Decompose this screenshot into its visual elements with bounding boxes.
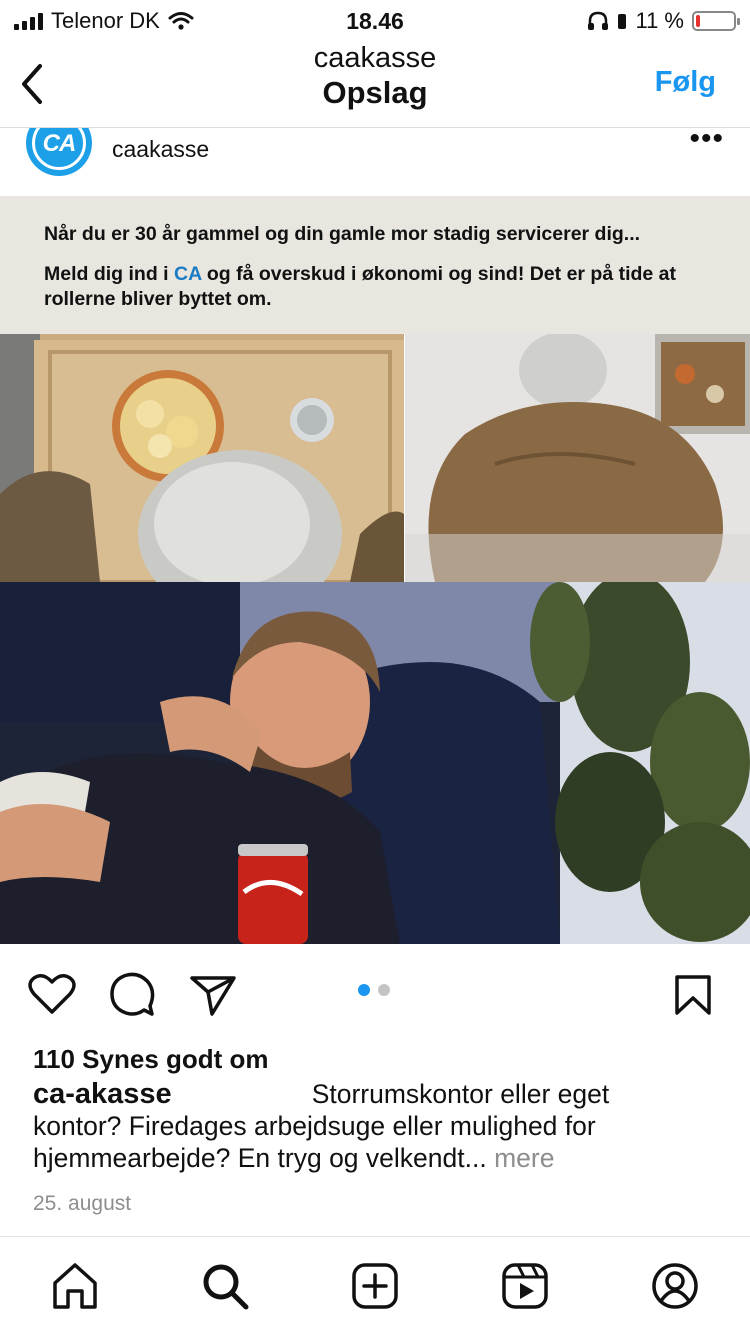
carousel-dot (378, 984, 390, 996)
search-icon[interactable] (200, 1261, 250, 1311)
comment-icon[interactable] (110, 972, 156, 1018)
bottom-tab-bar (0, 1236, 750, 1334)
post-caption: ca-akasse Storrumskontor eller eget konto… (33, 1078, 693, 1174)
profile-icon[interactable] (650, 1261, 700, 1311)
panel-brand: CA (174, 263, 202, 285)
reels-icon[interactable] (500, 1261, 550, 1311)
follow-button[interactable]: Følg (655, 66, 716, 99)
battery-icon (692, 11, 740, 31)
header-account-name: caakasse (313, 42, 437, 74)
carousel-dot-active (358, 984, 370, 996)
page-title: Opslag (322, 75, 428, 110)
post-date: 25. august (33, 1192, 132, 1215)
post-media[interactable] (0, 334, 750, 944)
photo-tray-chips (0, 334, 404, 582)
create-icon[interactable] (350, 1261, 400, 1311)
battery-fill (696, 15, 700, 27)
action-bar (0, 944, 750, 1040)
carousel-dots (358, 984, 390, 996)
headphones-icon (588, 11, 609, 30)
caption-username[interactable]: ca-akasse (33, 1078, 172, 1110)
post-header: CA caakasse ••• (0, 128, 750, 194)
page-header: caakasse Opslag Følg (0, 40, 750, 128)
likes-count[interactable]: 110 Synes godt om (33, 1044, 269, 1075)
lock-rotation-icon (618, 14, 627, 29)
photo-man-couch (0, 582, 750, 944)
avatar[interactable]: CA (26, 128, 92, 176)
caption-more-link[interactable]: mere (494, 1143, 554, 1173)
post-text-panel: Når du er 30 år gammel og din gamle mor … (0, 196, 750, 334)
more-options-icon[interactable]: ••• (689, 128, 724, 154)
status-right: 11 % (587, 8, 740, 34)
heart-icon[interactable] (28, 972, 76, 1016)
photo-woman-back (405, 334, 750, 582)
post-username[interactable]: caakasse (112, 136, 209, 163)
status-bar: Telenor DK 18.46 11 % (0, 0, 750, 40)
battery-percent: 11 % (635, 8, 684, 33)
send-icon[interactable] (190, 974, 236, 1016)
avatar-logo-text: CA (42, 130, 77, 157)
bookmark-icon[interactable] (674, 974, 712, 1016)
panel-line-2: Meld dig ind i CA og få overskud i økono… (44, 262, 706, 312)
home-icon[interactable] (50, 1261, 100, 1311)
header-titles: caakasse Opslag (0, 42, 750, 111)
panel-line-2a: Meld dig ind i (44, 263, 174, 285)
panel-line-1: Når du er 30 år gammel og din gamle mor … (44, 223, 641, 245)
